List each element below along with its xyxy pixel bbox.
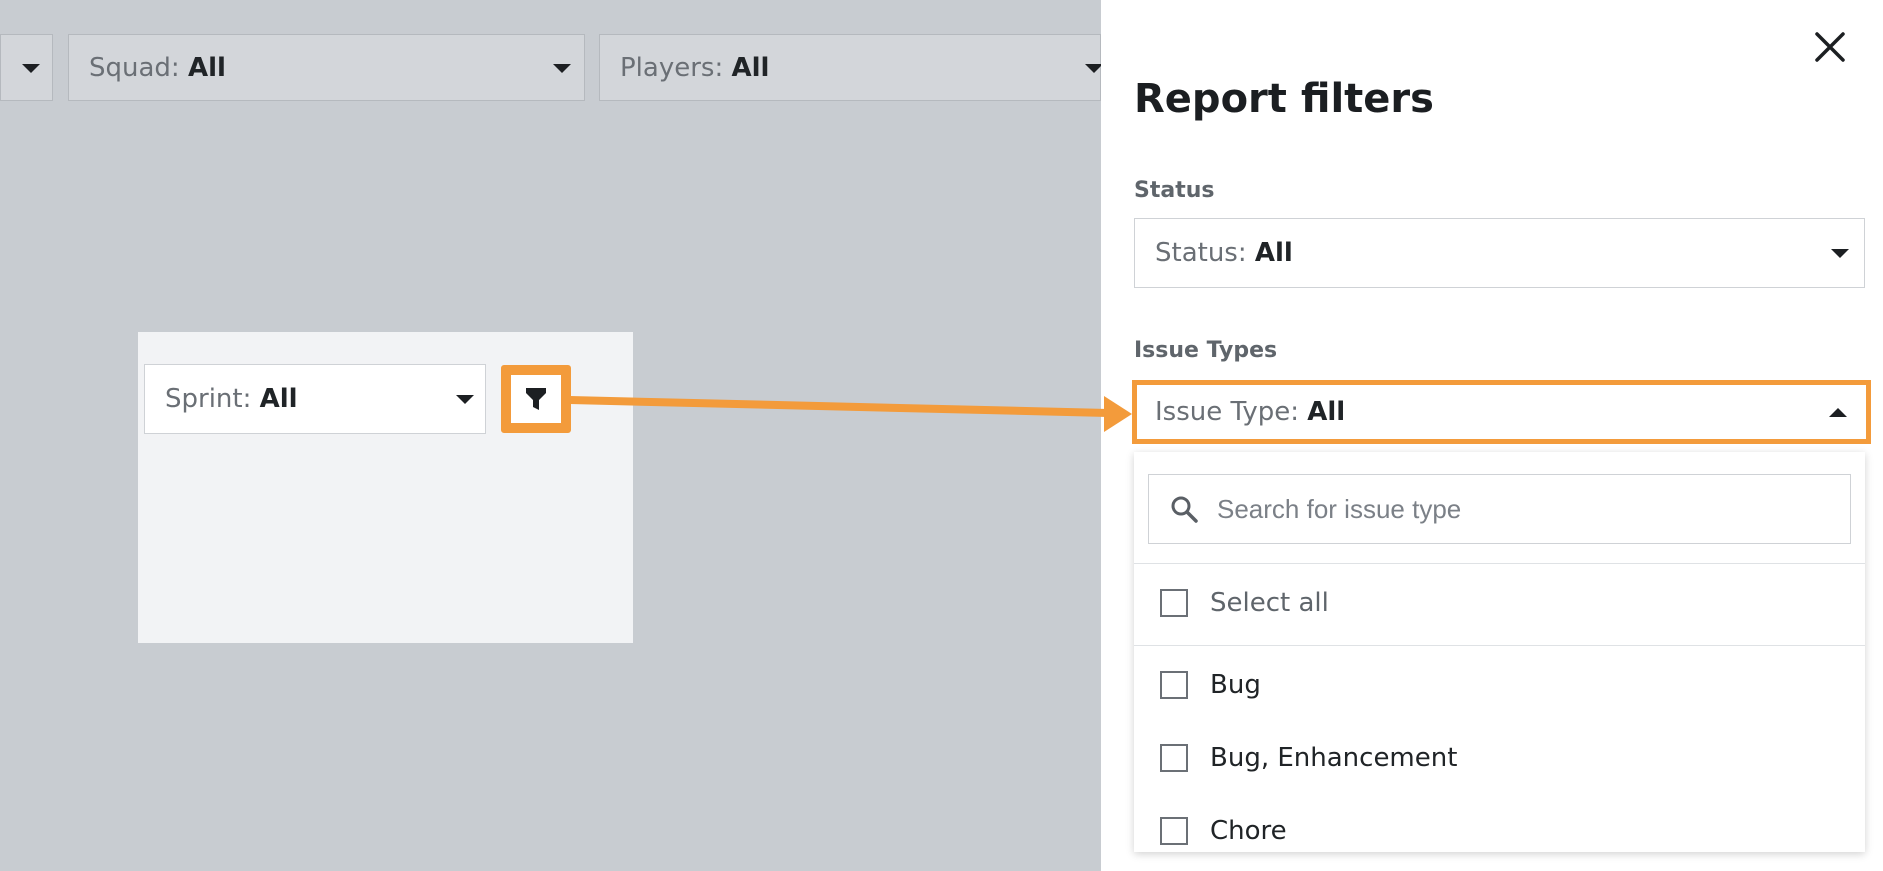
chevron-down-icon bbox=[22, 64, 40, 73]
panel-title: Report filters bbox=[1134, 76, 1434, 122]
chevron-down-icon bbox=[456, 395, 474, 404]
issue-type-dropdown: Select all Bug Bug, Enhancement Chore bbox=[1134, 452, 1865, 852]
close-icon[interactable] bbox=[1813, 30, 1847, 64]
chevron-down-icon bbox=[1831, 249, 1849, 258]
divider bbox=[1134, 563, 1865, 564]
option-bug-enhancement[interactable]: Bug, Enhancement bbox=[1160, 743, 1457, 773]
checkbox[interactable] bbox=[1160, 589, 1188, 617]
squad-select[interactable]: Squad: All bbox=[68, 34, 585, 101]
checkbox[interactable] bbox=[1160, 817, 1188, 845]
option-label: Bug, Enhancement bbox=[1210, 743, 1458, 773]
chevron-up-icon bbox=[1829, 408, 1847, 417]
option-bug[interactable]: Bug bbox=[1160, 670, 1261, 700]
sprint-value: All bbox=[259, 384, 298, 414]
status-value: All bbox=[1254, 238, 1293, 268]
sprint-select[interactable]: Sprint: All bbox=[144, 364, 486, 434]
checkbox[interactable] bbox=[1160, 671, 1188, 699]
issue-types-section-label: Issue Types bbox=[1134, 338, 1278, 363]
squad-value: All bbox=[187, 52, 226, 83]
filter-icon bbox=[526, 388, 546, 410]
squad-label: Squad: bbox=[89, 52, 180, 83]
report-filters-panel: Report filters Status Status: All Issue … bbox=[1101, 0, 1883, 871]
search-icon bbox=[1171, 496, 1198, 523]
issue-type-select[interactable]: Issue Type: All bbox=[1132, 380, 1871, 444]
status-label: Status: bbox=[1155, 238, 1247, 268]
select-all-label: Select all bbox=[1210, 588, 1329, 618]
status-section-label: Status bbox=[1134, 178, 1215, 203]
checkbox[interactable] bbox=[1160, 744, 1188, 772]
players-select[interactable]: Players: All bbox=[599, 34, 1103, 101]
players-value: All bbox=[731, 52, 770, 83]
issue-type-search[interactable] bbox=[1148, 474, 1851, 544]
players-label: Players: bbox=[620, 52, 724, 83]
filter-button[interactable] bbox=[501, 365, 571, 433]
option-chore[interactable]: Chore bbox=[1160, 816, 1287, 846]
chevron-down-icon bbox=[553, 64, 571, 73]
left-partial-select[interactable] bbox=[0, 34, 53, 101]
search-input[interactable] bbox=[1215, 492, 1819, 526]
status-select[interactable]: Status: All bbox=[1134, 218, 1865, 288]
issue-type-value: All bbox=[1307, 397, 1346, 427]
sprint-label: Sprint: bbox=[165, 384, 252, 414]
divider bbox=[1134, 645, 1865, 646]
issue-type-label: Issue Type: bbox=[1155, 397, 1299, 427]
option-label: Bug bbox=[1210, 670, 1261, 700]
select-all-option[interactable]: Select all bbox=[1160, 588, 1329, 618]
report-card: Sprint: All bbox=[138, 332, 633, 643]
option-label: Chore bbox=[1210, 816, 1287, 846]
